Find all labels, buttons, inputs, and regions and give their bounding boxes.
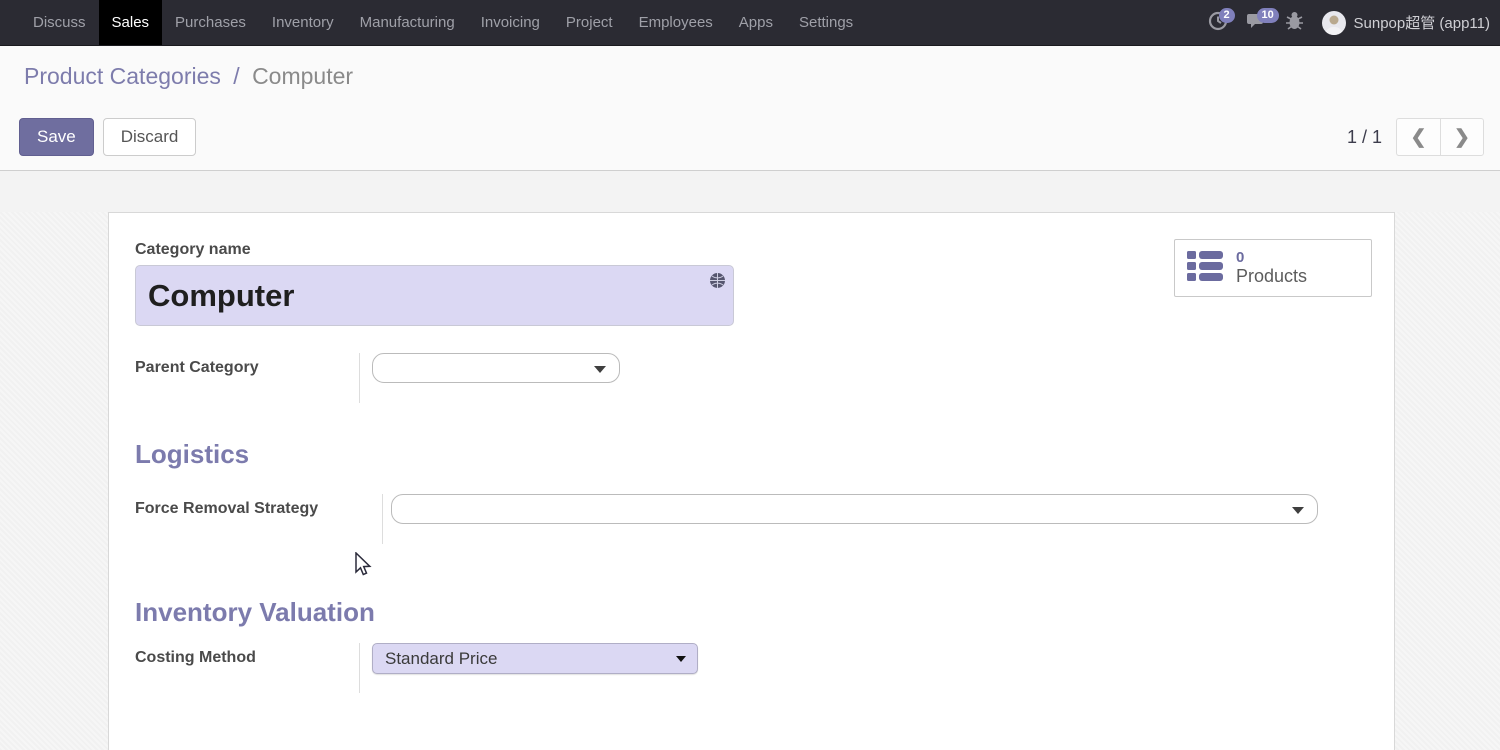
chevron-left-icon: ❮ [1411, 126, 1427, 149]
nav-item-employees[interactable]: Employees [626, 0, 726, 45]
products-count: 0 [1236, 249, 1244, 266]
debug-button[interactable] [1285, 11, 1304, 35]
category-name-input[interactable] [135, 265, 734, 326]
force-removal-row: Force Removal Strategy [135, 494, 1372, 544]
dropdown-arrow-icon [676, 656, 686, 662]
dropdown-arrow-icon [594, 366, 606, 373]
parent-category-row: Parent Category [135, 353, 1372, 403]
control-panel-buttons: Save Discard 1 / 1 ❮ ❯ [19, 118, 1484, 156]
field-separator [359, 643, 360, 693]
breadcrumb-current: Computer [252, 63, 353, 89]
user-menu[interactable]: Sunpop超管 (app11) [1322, 11, 1490, 35]
activity-count-badge: 2 [1219, 8, 1235, 23]
field-separator [382, 494, 383, 544]
user-name: Sunpop超管 (app11) [1354, 12, 1490, 33]
breadcrumb: Product Categories / Computer [0, 46, 1500, 90]
list-icon [1187, 250, 1223, 286]
nav-item-settings[interactable]: Settings [786, 0, 866, 45]
breadcrumb-separator: / [233, 63, 239, 89]
costing-method-label: Costing Method [135, 643, 359, 667]
bug-icon [1285, 11, 1304, 35]
inventory-valuation-section-title: Inventory Valuation [135, 597, 1372, 628]
force-removal-dropdown[interactable] [391, 494, 1318, 524]
avatar [1322, 11, 1346, 35]
pager-next-button[interactable]: ❯ [1440, 118, 1484, 156]
costing-method-select[interactable]: Standard Price [372, 643, 698, 674]
nav-item-discuss[interactable]: Discuss [20, 0, 99, 45]
nav-item-inventory[interactable]: Inventory [259, 0, 347, 45]
parent-category-dropdown[interactable] [372, 353, 620, 383]
globe-icon[interactable] [709, 272, 726, 294]
message-count-badge: 10 [1257, 8, 1279, 23]
pager: 1 / 1 ❮ ❯ [1347, 118, 1484, 156]
nav-item-purchases[interactable]: Purchases [162, 0, 259, 45]
parent-category-label: Parent Category [135, 353, 359, 377]
pager-previous-button[interactable]: ❮ [1396, 118, 1440, 156]
force-removal-label: Force Removal Strategy [135, 494, 382, 518]
nav-item-manufacturing[interactable]: Manufacturing [347, 0, 468, 45]
nav-item-apps[interactable]: Apps [726, 0, 786, 45]
costing-method-value: Standard Price [385, 649, 497, 669]
systray: 2 10 Sunpop超管 (app11) [1208, 0, 1500, 45]
costing-method-row: Costing Method Standard Price [135, 643, 1372, 693]
chevron-right-icon: ❯ [1454, 126, 1470, 149]
nav-item-sales[interactable]: Sales [99, 0, 163, 45]
app-menu: Discuss Sales Purchases Inventory Manufa… [0, 0, 866, 45]
dropdown-arrow-icon [1292, 507, 1304, 514]
breadcrumb-parent-link[interactable]: Product Categories [24, 63, 221, 89]
products-label: Products [1236, 266, 1307, 287]
nav-item-project[interactable]: Project [553, 0, 626, 45]
control-panel: Product Categories / Computer Save Disca… [0, 46, 1500, 171]
activities-button[interactable]: 2 [1208, 11, 1228, 35]
save-button[interactable]: Save [19, 118, 94, 156]
field-separator [359, 353, 360, 403]
pager-count: 1 / 1 [1347, 127, 1382, 148]
products-stat-button[interactable]: 0 Products [1174, 239, 1372, 297]
top-navbar: Discuss Sales Purchases Inventory Manufa… [0, 0, 1500, 46]
content-area: 0 Products Category name Parent Category [0, 212, 1500, 750]
logistics-section-title: Logistics [135, 439, 1372, 470]
discard-button[interactable]: Discard [103, 118, 197, 156]
messages-button[interactable]: 10 [1246, 11, 1267, 34]
nav-item-invoicing[interactable]: Invoicing [468, 0, 553, 45]
form-sheet: 0 Products Category name Parent Category [108, 212, 1395, 750]
